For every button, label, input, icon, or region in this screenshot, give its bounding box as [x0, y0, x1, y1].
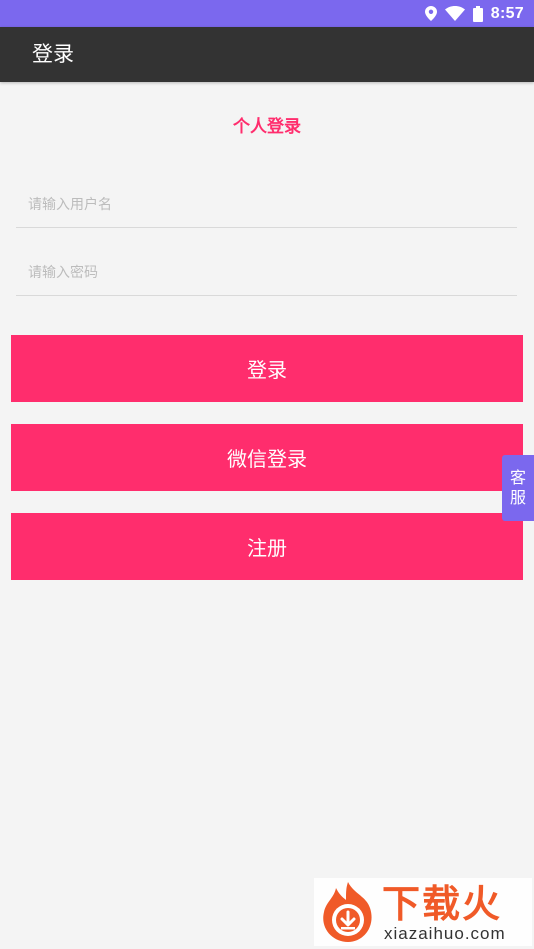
watermark-title: 下载火	[382, 882, 503, 926]
flame-logo-icon	[316, 880, 380, 948]
username-input[interactable]	[16, 183, 517, 227]
customer-service-button[interactable]: 客 服	[502, 455, 534, 521]
app-bar: 登录	[0, 27, 534, 82]
password-field	[16, 251, 517, 296]
register-button[interactable]: 注册	[11, 513, 523, 580]
password-input[interactable]	[16, 251, 517, 295]
status-time: 8:57	[490, 4, 524, 22]
location-icon	[424, 6, 437, 21]
wechat-login-button[interactable]: 微信登录	[11, 424, 523, 491]
customer-service-label-1: 客	[509, 468, 526, 487]
watermark: 下载火 xiazaihuo.com	[314, 878, 532, 946]
status-icons: 8:57	[424, 0, 524, 27]
status-bar: 8:57	[0, 0, 534, 27]
watermark-url: xiazaihuo.com	[384, 924, 506, 943]
battery-icon	[472, 5, 483, 22]
username-field	[16, 183, 517, 228]
page-title: 登录	[32, 42, 74, 66]
wifi-icon	[444, 6, 465, 21]
customer-service-label-2: 服	[509, 488, 526, 507]
section-title: 个人登录	[233, 117, 301, 137]
login-button[interactable]: 登录	[11, 335, 523, 402]
